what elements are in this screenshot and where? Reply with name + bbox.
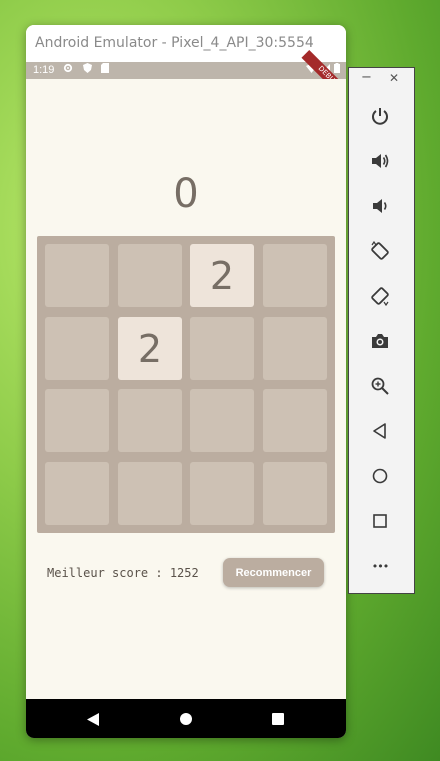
android-status-bar: 1:19 DEBUG (26, 49, 346, 104)
tile-r4-c3 (190, 462, 254, 525)
current-score: 0 (173, 171, 199, 217)
tile-r3-c1 (45, 389, 109, 452)
shield-status-icon (82, 62, 92, 79)
tile-r2-c3 (190, 317, 254, 380)
tile-r2-c2: 2 (118, 317, 182, 380)
settings-status-icon (63, 62, 73, 79)
power-icon[interactable] (369, 105, 391, 127)
panel-header: − ✕ (349, 68, 414, 92)
tile-r1-c2 (118, 244, 182, 307)
tile-r4-c4 (263, 462, 327, 525)
game-screen: 0 2 2 Meilleur score : 1252 Recommencer (26, 79, 346, 699)
tile-r1-c1 (45, 244, 109, 307)
window-title: Android Emulator - Pixel_4_API_30:5554 (26, 25, 346, 62)
bottom-row: Meilleur score : 1252 Recommencer (26, 558, 346, 588)
volume-down-icon[interactable] (369, 195, 391, 217)
restart-button[interactable]: Recommencer (223, 558, 324, 587)
tile-r3-c4 (263, 389, 327, 452)
close-button[interactable]: ✕ (389, 71, 399, 85)
game-board[interactable]: 2 2 (37, 236, 335, 533)
overview-icon[interactable] (369, 510, 391, 532)
best-score: Meilleur score : 1252 (47, 566, 199, 580)
nav-overview-icon[interactable] (270, 711, 286, 727)
nav-home-icon[interactable] (178, 711, 194, 727)
minimize-button[interactable]: − (361, 70, 372, 85)
tile-r2-c1 (45, 317, 109, 380)
tile-r3-c2 (118, 389, 182, 452)
tile-r3-c3 (190, 389, 254, 452)
rotate-left-icon[interactable] (369, 240, 391, 262)
tile-r4-c2 (118, 462, 182, 525)
android-nav-bar (26, 699, 346, 738)
status-time: 1:19 (33, 64, 55, 77)
home-icon[interactable] (369, 465, 391, 487)
emulator-window: Android Emulator - Pixel_4_API_30:5554 1… (26, 25, 346, 738)
sdcard-status-icon (100, 62, 109, 79)
nav-back-icon[interactable] (85, 711, 101, 727)
tile-r1-c3: 2 (190, 244, 254, 307)
tile-r1-c4 (263, 244, 327, 307)
zoom-icon[interactable] (369, 375, 391, 397)
camera-icon[interactable] (369, 330, 391, 352)
tile-r2-c4 (263, 317, 327, 380)
more-icon[interactable]: ••• (369, 555, 391, 577)
back-icon[interactable] (369, 420, 391, 442)
rotate-right-icon[interactable] (369, 285, 391, 307)
volume-up-icon[interactable] (369, 150, 391, 172)
emulator-controls-panel: − ✕ ••• (348, 67, 415, 594)
tile-r4-c1 (45, 462, 109, 525)
